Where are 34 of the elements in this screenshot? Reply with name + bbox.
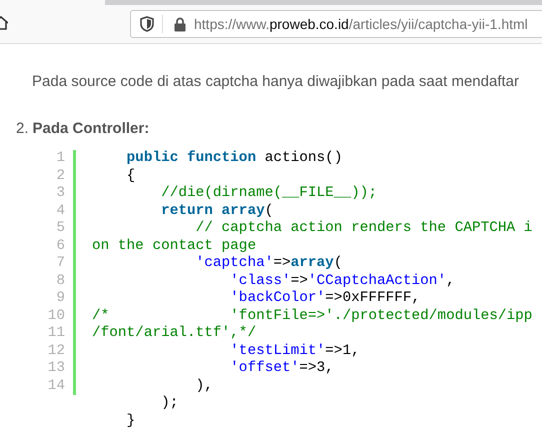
code-line: 'offset'=>3,: [229, 360, 335, 378]
code-line: ),: [194, 378, 214, 395]
code-line: // captcha action renders the CAPTCHA i: [194, 220, 532, 238]
paragraph: Pada source code di atas captcha hanya diwajibkan pada saat mendaftar: [32, 72, 520, 92]
code-line: 'backColor'=>0xFFFFFF,: [229, 290, 422, 308]
code-line: public function actions(): [126, 150, 344, 168]
line-number: 1: [55, 150, 65, 168]
code-line: //die(dirname(__FILE__));: [160, 185, 378, 202]
line-number: 6: [55, 238, 65, 255]
line-number: 7: [55, 255, 65, 272]
code-line: /* 'fontFile=>'./protected/modules/ipp: [91, 308, 532, 325]
code-line: on the contact page: [91, 238, 258, 255]
line-number: 10: [46, 308, 65, 325]
line-number: 8: [55, 272, 65, 290]
line-number: 11: [46, 325, 65, 342]
code-line: 'testLimit'=>1,: [229, 342, 361, 360]
line-number: 9: [55, 290, 65, 308]
line-number: 14: [46, 378, 65, 395]
code-line: );: [160, 395, 180, 412]
address-bar[interactable]: https://www.proweb.co.id/articles/yii/captcha-yii-1.html: [130, 10, 542, 38]
code-line: return array(: [160, 202, 274, 220]
line-number: 4: [55, 202, 65, 220]
code-line: 'class'=>'CCaptchaAction',: [229, 272, 456, 290]
line-number: 3: [55, 185, 65, 202]
line-number: 2: [55, 168, 65, 185]
code-line: /font/arial.ttf',*/: [91, 325, 258, 342]
line-number: 5: [55, 220, 65, 238]
code-line: {: [126, 168, 136, 185]
code-line: }: [126, 412, 136, 430]
code-line: 'captcha'=>array(: [194, 255, 344, 272]
list-number: 2.: [16, 118, 29, 138]
list-heading: Pada Controller:: [32, 118, 150, 138]
line-number: 13: [46, 360, 65, 378]
line-number: 12: [46, 342, 65, 360]
